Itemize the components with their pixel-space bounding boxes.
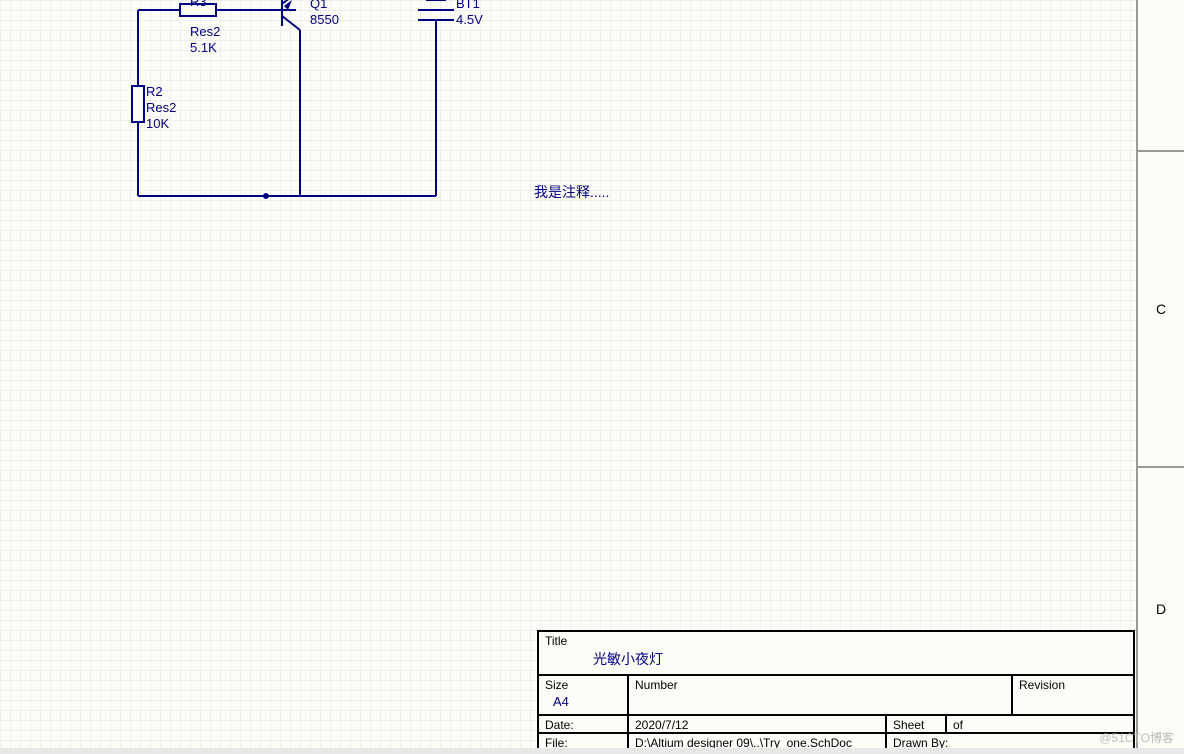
title-label: Title (545, 634, 1127, 650)
drawn-by-label: Drawn By: (893, 736, 948, 748)
number-label: Number (635, 678, 1005, 694)
label-bt1-ref: BT1 (456, 0, 480, 12)
file-value: D:\Altium designer 09\..\Try_one.SchDoc (635, 736, 852, 748)
label-r2-value: 10K (146, 116, 169, 132)
label-bt1-value: 4.5V (456, 12, 483, 28)
label-r2-ref: R2 (146, 84, 163, 100)
schematic-sheet[interactable]: https://blog… R3 Res2 5.1K R2 Res2 10K Q… (0, 0, 1136, 750)
zone-label-d: D (1156, 601, 1166, 617)
revision-label: Revision (1019, 678, 1127, 694)
annotation-text[interactable]: 我是注释..... (534, 182, 609, 202)
file-label: File: (545, 736, 568, 748)
sheet-label: Sheet (893, 718, 924, 732)
label-q1-value: 8550 (310, 12, 339, 28)
date-value: 2020/7/12 (635, 718, 688, 732)
title-value: 光敏小夜灯 (545, 650, 1127, 668)
label-r3-ref: R3 (190, 0, 207, 10)
date-label: Date: (545, 718, 574, 732)
zone-label-c: C (1156, 301, 1166, 317)
title-block: Title 光敏小夜灯 Size A4 Number Revision Date… (537, 630, 1135, 750)
bottom-strip (0, 748, 1184, 754)
label-r3-value: 5.1K (190, 40, 217, 56)
sheet-border-right: C D (1136, 0, 1184, 750)
label-r3-type: Res2 (190, 24, 220, 40)
label-r2-type: Res2 (146, 100, 176, 116)
watermark: @51CTO博客 (1099, 729, 1174, 746)
size-value: A4 (545, 694, 621, 711)
sheet-of: of (953, 718, 963, 732)
label-q1-ref: Q1 (310, 0, 327, 12)
size-label: Size (545, 678, 621, 694)
